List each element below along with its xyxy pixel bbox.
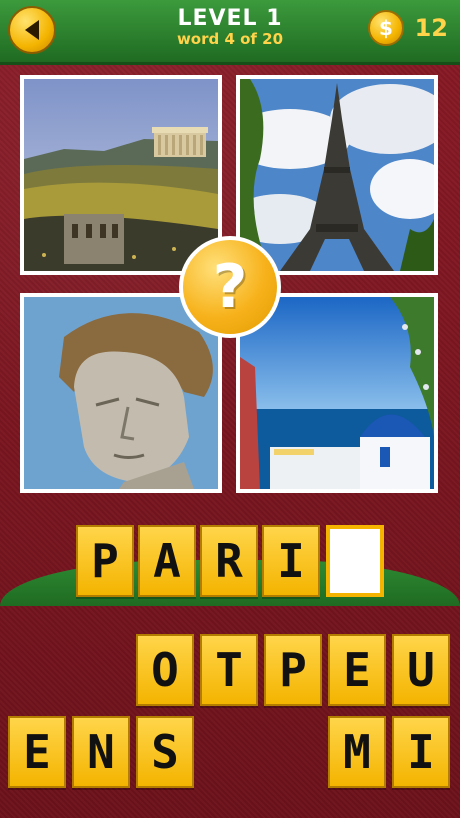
letter-tile[interactable]: T bbox=[200, 634, 258, 706]
question-mark-icon: ? bbox=[212, 252, 248, 322]
hint-button[interactable]: ? bbox=[179, 236, 281, 338]
letter-tile[interactable]: O bbox=[136, 634, 194, 706]
statue-head-image bbox=[24, 297, 218, 489]
coin-icon[interactable]: $ bbox=[368, 10, 404, 46]
answer-slot-5-empty[interactable] bbox=[326, 525, 384, 597]
answer-slot-2[interactable]: A bbox=[138, 525, 196, 597]
letter-tile[interactable]: E bbox=[328, 634, 386, 706]
acropolis-image bbox=[24, 79, 218, 271]
coin-symbol: $ bbox=[379, 16, 393, 40]
letter-tile[interactable]: I bbox=[392, 716, 450, 788]
letter-tile[interactable]: E bbox=[8, 716, 66, 788]
letter-tile[interactable]: N bbox=[72, 716, 130, 788]
letter-tile[interactable]: M bbox=[328, 716, 386, 788]
santorini-image bbox=[240, 297, 434, 489]
eiffel-tower-image bbox=[240, 79, 434, 271]
answer-slot-4[interactable]: I bbox=[262, 525, 320, 597]
answer-slot-3[interactable]: R bbox=[200, 525, 258, 597]
letter-tile[interactable]: S bbox=[136, 716, 194, 788]
top-bar: LEVEL 1 word 4 of 20 $ 12 bbox=[0, 0, 460, 65]
photo-eiffel-tower[interactable] bbox=[236, 75, 438, 275]
coin-count: 12 bbox=[414, 14, 448, 42]
letter-tile[interactable]: P bbox=[264, 634, 322, 706]
photo-santorini[interactable] bbox=[236, 293, 438, 493]
answer-slot-1[interactable]: P bbox=[76, 525, 134, 597]
photo-statue-head[interactable] bbox=[20, 293, 222, 493]
letter-tile[interactable]: U bbox=[392, 634, 450, 706]
photo-acropolis[interactable] bbox=[20, 75, 222, 275]
